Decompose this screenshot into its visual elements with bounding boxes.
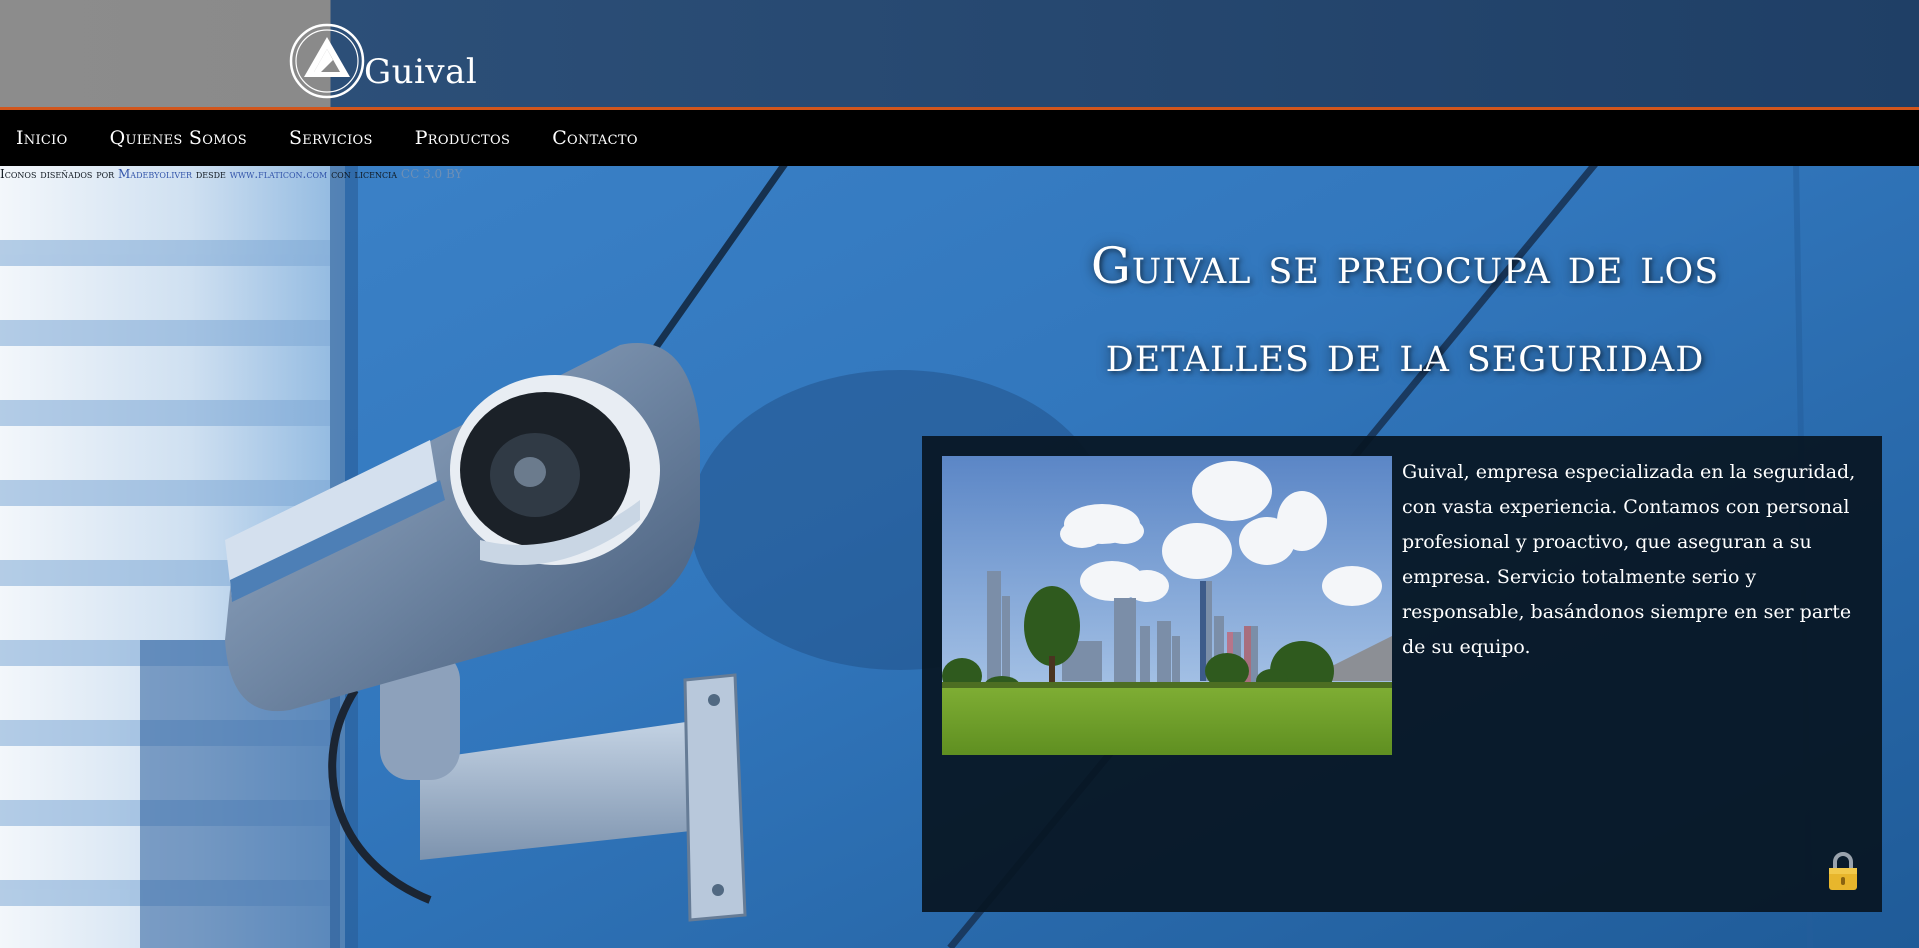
- main-navigation: Inicio Quienes Somos Servicios Productos…: [0, 110, 1919, 166]
- triangle-circle-logo-icon: [289, 23, 365, 99]
- info-description: Guival, empresa especializada en la segu…: [1402, 461, 1856, 658]
- credits-license-link[interactable]: CC 3.0 BY: [401, 167, 463, 181]
- info-panel: Guival, empresa especializada en la segu…: [922, 436, 1882, 912]
- credits-license-prefix: con licencia: [331, 167, 398, 181]
- nav-item-contacto[interactable]: Contacto: [536, 127, 654, 149]
- brand-logo[interactable]: Guival: [288, 22, 477, 100]
- nav-item-inicio[interactable]: Inicio: [0, 127, 84, 149]
- credits-middle: desde: [195, 167, 226, 181]
- nav-item-quienes-somos[interactable]: Quienes Somos: [94, 127, 263, 149]
- hero-title-line-1: Guival se preocupa de los: [1090, 237, 1720, 295]
- icon-credits: Iconos diseñados por Madebyoliver desde …: [0, 167, 463, 181]
- city-park-image: [942, 456, 1392, 755]
- nav-item-productos[interactable]: Productos: [399, 127, 527, 149]
- brand-name: Guival: [364, 52, 478, 92]
- hero-title: Guival se preocupa de los detalles de la…: [1010, 222, 1800, 398]
- credits-author-link[interactable]: Madebyoliver: [118, 167, 192, 181]
- hero-title-line-2: detalles de la seguridad: [1105, 325, 1705, 383]
- credits-site-link[interactable]: www.flaticon.com: [230, 167, 328, 181]
- padlock-icon: [1829, 852, 1857, 890]
- nav-item-servicios[interactable]: Servicios: [273, 127, 389, 149]
- credits-prefix: Iconos diseñados por: [0, 167, 115, 181]
